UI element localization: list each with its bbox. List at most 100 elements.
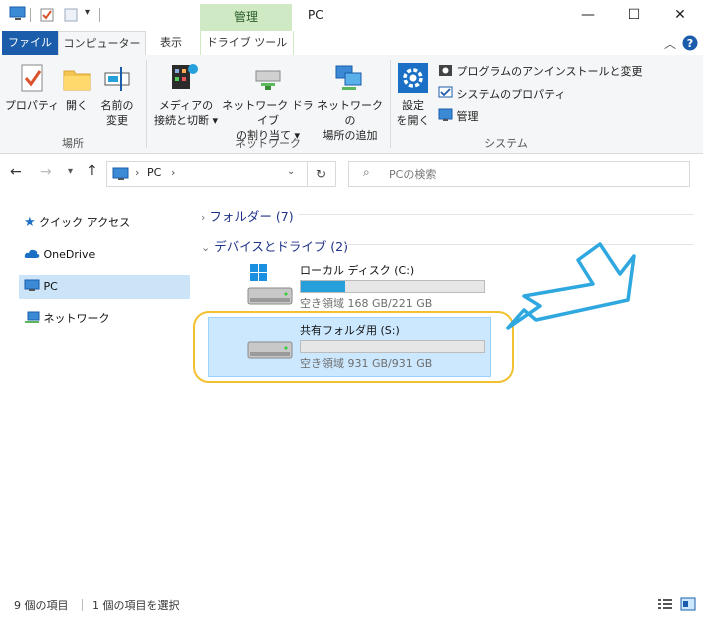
uninstall-icon	[439, 65, 452, 76]
settings-line-1: 設定	[402, 99, 424, 112]
svg-text:?: ?	[687, 37, 693, 50]
drive-usage-bar	[300, 280, 485, 293]
uninstall-program-button[interactable]: プログラムのアンインストールと変更	[438, 63, 643, 81]
settings-gear-icon	[398, 63, 428, 93]
open-settings-button[interactable]: 設定 を開く	[392, 98, 434, 128]
qa-divider	[30, 8, 31, 22]
search-box[interactable]: ⌕ PCの検索	[348, 161, 690, 187]
manage-contextual-tab[interactable]: 管理	[200, 4, 292, 31]
network-icon	[25, 311, 40, 323]
cloud-icon	[24, 249, 40, 258]
settings-line-2: を開く	[396, 114, 430, 127]
drive-name: ローカル ディスク (C:)	[300, 264, 415, 277]
open-folder-icon	[63, 70, 91, 91]
address-pc-icon	[112, 167, 129, 180]
folders-group-label: フォルダー (7)	[209, 209, 294, 224]
properties-qa-icon[interactable]	[40, 8, 54, 22]
manage-icon	[438, 108, 453, 121]
sidebar-item-onedrive[interactable]: OneDrive	[24, 244, 95, 266]
refresh-button[interactable]: ↻	[307, 161, 336, 187]
network-group-label: ネットワーク	[235, 137, 301, 150]
manage-button[interactable]: 管理	[438, 108, 479, 126]
sidebar-label: PC	[43, 280, 58, 293]
sidebar-label: ネットワーク	[43, 312, 110, 325]
qa-dropdown-icon[interactable]: ▾	[85, 7, 90, 18]
address-segment-pc[interactable]: PC	[147, 166, 161, 179]
drive-name: 共有フォルダ用 (S:)	[300, 324, 400, 337]
status-bar: 9 個の項目 1 個の項目を選択	[0, 592, 703, 617]
star-icon: ★	[24, 215, 36, 230]
media-line-1: メディアの	[158, 99, 214, 112]
collapse-ribbon-icon[interactable]: ︿	[664, 35, 676, 52]
sidebar-item-pc[interactable]: PC	[24, 276, 58, 298]
recent-locations-icon[interactable]: ▾	[68, 166, 73, 177]
add-line-1: ネットワークの	[317, 99, 383, 127]
map-line-1: ネットワーク ドライブ	[222, 99, 314, 127]
tiles-view-icon[interactable]	[680, 597, 696, 611]
properties-icon	[21, 64, 43, 92]
help-icon[interactable]: ?	[682, 35, 698, 51]
drive-icon	[247, 341, 293, 359]
system-properties-button[interactable]: システムのプロパティ	[438, 86, 566, 104]
properties-button[interactable]: プロパティ	[4, 98, 60, 113]
devices-group-header[interactable]: ⌄ デバイスとドライブ (2)	[201, 236, 348, 255]
selected-count: 1 個の項目を選択	[92, 599, 180, 612]
devices-group-label: デバイスとドライブ (2)	[214, 239, 349, 254]
folders-group-header[interactable]: › フォルダー (7)	[201, 206, 294, 225]
tab-file[interactable]: ファイル	[2, 31, 58, 55]
tab-view[interactable]: 表示	[146, 31, 196, 55]
location-group-label: 場所	[62, 137, 84, 150]
back-arrow-icon[interactable]: ←	[10, 164, 22, 180]
map-drive-icon	[255, 70, 281, 90]
item-count: 9 個の項目	[14, 599, 69, 612]
add-network-location-icon	[335, 65, 362, 90]
system-properties-label: システムのプロパティ	[456, 88, 566, 101]
media-line-2: 接続と切断 ▾	[153, 114, 219, 127]
system-properties-icon	[438, 86, 453, 98]
media-button[interactable]: メディアの 接続と切断 ▾	[150, 98, 222, 128]
forward-arrow-icon[interactable]: →	[40, 164, 52, 180]
callout-arrow-icon	[506, 242, 636, 330]
drive-usage-fill	[301, 281, 345, 292]
sidebar-item-quick-access[interactable]: ★ クイック アクセス	[24, 212, 130, 234]
new-folder-qa-icon[interactable]	[64, 8, 78, 22]
ribbon-separator	[146, 60, 147, 148]
ribbon-separator-2	[390, 60, 391, 148]
rename-line-1: 名前の	[100, 99, 134, 112]
sidebar-item-network[interactable]: ネットワーク	[24, 308, 110, 330]
drive-item-c[interactable]: ローカル ディスク (C:) 空き領域 168 GB/221 GB	[246, 260, 486, 312]
rename-button[interactable]: 名前の 変更	[96, 98, 138, 128]
uninstall-label: プログラムのアンインストールと変更	[456, 65, 643, 78]
open-button[interactable]: 開く	[60, 98, 94, 113]
chevron-down-icon: ⌄	[201, 241, 211, 254]
sidebar-label: クイック アクセス	[39, 216, 131, 229]
up-arrow-icon[interactable]: ↑	[86, 163, 98, 179]
drive-usage-bar	[300, 340, 485, 353]
details-view-icon[interactable]	[657, 597, 673, 611]
drive-free-space: 空き領域 168 GB/221 GB	[300, 297, 433, 310]
address-segment-chevron-icon[interactable]: ›	[171, 166, 175, 179]
drive-item-s[interactable]: 共有フォルダ用 (S:) 空き領域 931 GB/931 GB	[208, 317, 491, 377]
group-divider	[298, 214, 694, 215]
pc-icon	[24, 279, 40, 291]
address-chevron-icon[interactable]: ›	[135, 166, 139, 179]
window-title: PC	[308, 8, 324, 22]
manage-label: 管理	[456, 110, 479, 123]
address-dropdown-icon[interactable]: ⌄	[287, 166, 295, 177]
refresh-icon: ↻	[315, 167, 327, 181]
search-icon: ⌕	[363, 165, 370, 179]
pc-app-icon	[9, 6, 26, 20]
rename-icon	[104, 67, 130, 91]
windows-drive-icon	[247, 264, 293, 305]
rename-line-2: 変更	[106, 114, 128, 127]
tab-drive-tools[interactable]: ドライブ ツール	[200, 31, 294, 55]
tab-computer[interactable]: コンピューター	[58, 31, 146, 57]
close-button[interactable]: ✕	[657, 0, 703, 31]
minimize-button[interactable]: —	[565, 0, 611, 31]
address-bar[interactable]: › PC › ⌄	[106, 161, 308, 187]
system-group-label: システム	[484, 137, 528, 150]
drive-free-space: 空き領域 931 GB/931 GB	[300, 357, 433, 370]
status-divider	[82, 599, 83, 611]
search-placeholder: PCの検索	[389, 168, 437, 181]
maximize-button[interactable]: ☐	[611, 0, 657, 31]
